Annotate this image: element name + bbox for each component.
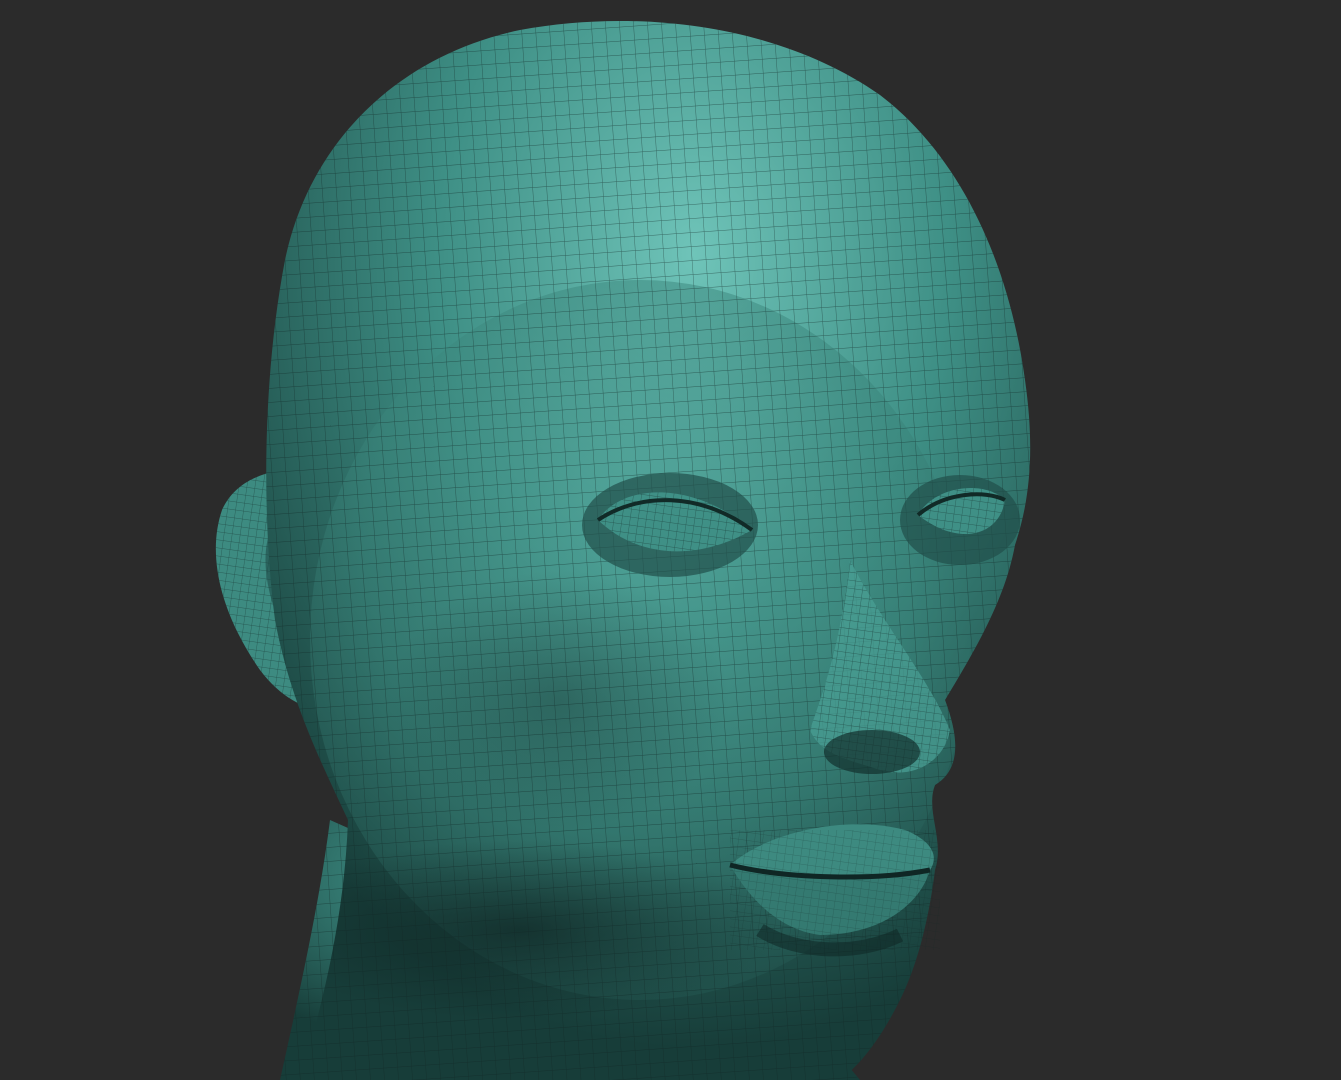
left-eye xyxy=(582,473,758,577)
lips xyxy=(729,824,940,957)
right-eye xyxy=(900,475,1020,565)
sculpt-render xyxy=(215,20,1031,1080)
3d-viewport[interactable] xyxy=(0,0,1341,1080)
